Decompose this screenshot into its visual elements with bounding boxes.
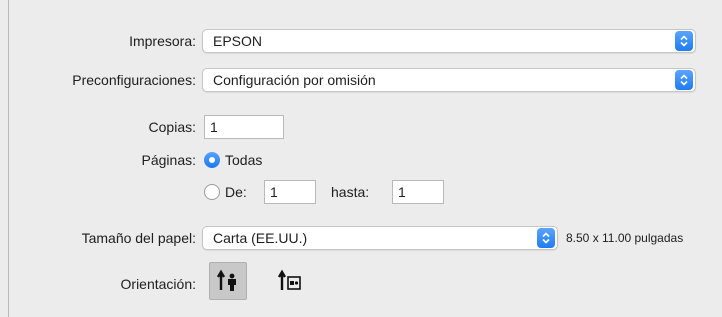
copies-value: 1 xyxy=(210,119,218,135)
pages-to-label: hasta: xyxy=(331,184,370,200)
portrait-orientation-button[interactable] xyxy=(209,262,247,300)
pages-from-label: De: xyxy=(225,184,247,200)
paper-size-label: Tamaño del papel: xyxy=(81,230,196,246)
presets-label: Preconfiguraciones: xyxy=(72,72,196,88)
print-dialog-panel: Impresora: EPSON Preconfiguraciones: Con… xyxy=(8,0,722,317)
pages-all-radio[interactable] xyxy=(204,152,220,168)
printer-popup[interactable]: EPSON xyxy=(202,29,696,53)
pages-range-radio[interactable] xyxy=(204,184,220,200)
presets-popup[interactable]: Configuración por omisión xyxy=(202,68,696,92)
pages-all-label[interactable]: Todas xyxy=(225,152,262,168)
printer-label: Impresora: xyxy=(129,33,196,49)
printer-value: EPSON xyxy=(213,33,263,49)
popup-stepper-icon xyxy=(675,31,693,51)
pages-to-field[interactable]: 1 xyxy=(392,180,444,204)
copies-label: Copias: xyxy=(148,119,196,135)
portrait-orientation-icon xyxy=(216,269,236,291)
orientation-label: Orientación: xyxy=(120,276,196,292)
copies-field[interactable]: 1 xyxy=(204,115,284,139)
pages-label: Páginas: xyxy=(141,152,196,168)
landscape-orientation-icon xyxy=(277,269,301,290)
landscape-orientation-button[interactable] xyxy=(271,262,309,300)
paper-size-dimensions: 8.50 x 11.00 pulgadas xyxy=(566,231,684,245)
popup-stepper-icon xyxy=(537,228,555,248)
pages-from-field[interactable]: 1 xyxy=(264,180,316,204)
paper-size-popup[interactable]: Carta (EE.UU.) xyxy=(202,226,558,250)
popup-stepper-icon xyxy=(675,70,693,90)
pages-from-value: 1 xyxy=(270,184,278,200)
pages-to-value: 1 xyxy=(398,184,406,200)
presets-value: Configuración por omisión xyxy=(213,72,376,88)
paper-size-value: Carta (EE.UU.) xyxy=(213,230,308,246)
